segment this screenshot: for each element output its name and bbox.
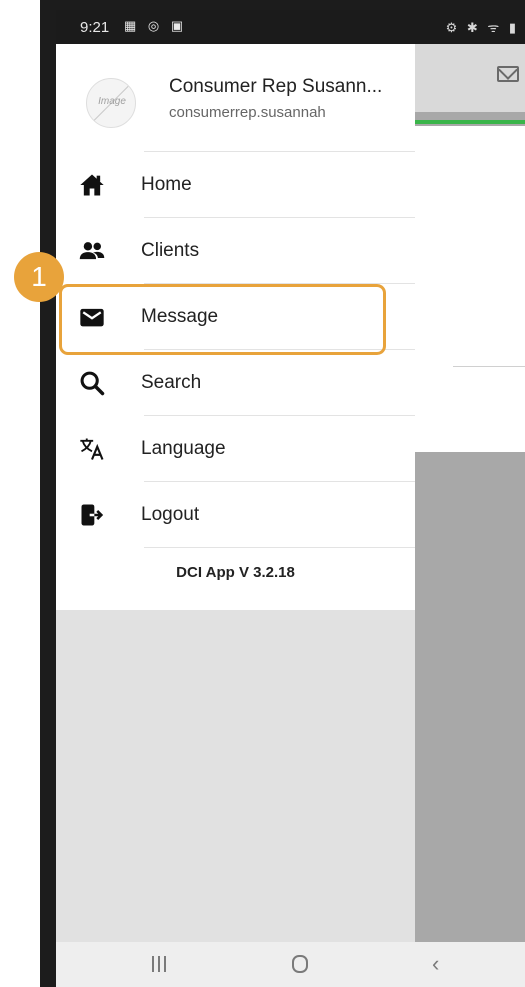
profile-username: consumerrep.susannah: [169, 104, 326, 121]
avatar: Image: [86, 78, 136, 128]
menu-item-home[interactable]: Home: [56, 152, 415, 218]
recents-icon[interactable]: [152, 956, 166, 972]
search-icon: [80, 371, 105, 396]
menu-label-clients: Clients: [141, 240, 200, 261]
background-app-scrim[interactable]: [415, 44, 525, 942]
profile-name: Consumer Rep Susann...: [169, 76, 383, 97]
mail-icon: [497, 66, 519, 82]
menu-label-logout: Logout: [141, 504, 200, 525]
logout-icon: [81, 504, 104, 526]
background-accent-bar: [415, 120, 525, 124]
step-number-badge: 1: [14, 252, 64, 302]
divider: [144, 547, 415, 548]
menu-item-search[interactable]: Search: [56, 350, 415, 416]
profile-header: Image Consumer Rep Susann... consumerrep…: [56, 44, 415, 152]
navigation-drawer: Image Consumer Rep Susann... consumerrep…: [56, 44, 415, 942]
system-navigation-bar: ‹: [56, 942, 525, 987]
menu-item-clients[interactable]: Clients: [56, 218, 415, 284]
menu-label-language: Language: [141, 438, 226, 459]
back-icon[interactable]: ‹: [432, 951, 439, 977]
home-button-icon[interactable]: [292, 955, 308, 973]
translate-icon: [80, 438, 104, 460]
menu-item-language[interactable]: Language: [56, 416, 415, 482]
divider: [453, 366, 525, 367]
menu-item-logout[interactable]: Logout: [56, 482, 415, 548]
notification-icons: ▦ ◎ ▣: [124, 18, 188, 33]
system-status-icons: ⚙ ✱ ᯤ ▮: [445, 20, 519, 35]
status-bar: 9:21 ▦ ◎ ▣ ⚙ ✱ ᯤ ▮: [56, 10, 525, 44]
menu-label-home: Home: [141, 174, 192, 195]
menu-label-search: Search: [141, 372, 202, 393]
users-icon: [79, 242, 105, 260]
phone-bezel: [40, 0, 56, 987]
background-app-header: [415, 44, 525, 112]
app-version: DCI App V 3.2.18: [176, 564, 295, 581]
background-app-card: [415, 126, 525, 452]
status-time: 9:21: [80, 19, 110, 36]
avatar-placeholder-text: Image: [98, 96, 126, 107]
home-icon: [80, 174, 104, 196]
step-highlight-box: [59, 284, 386, 355]
